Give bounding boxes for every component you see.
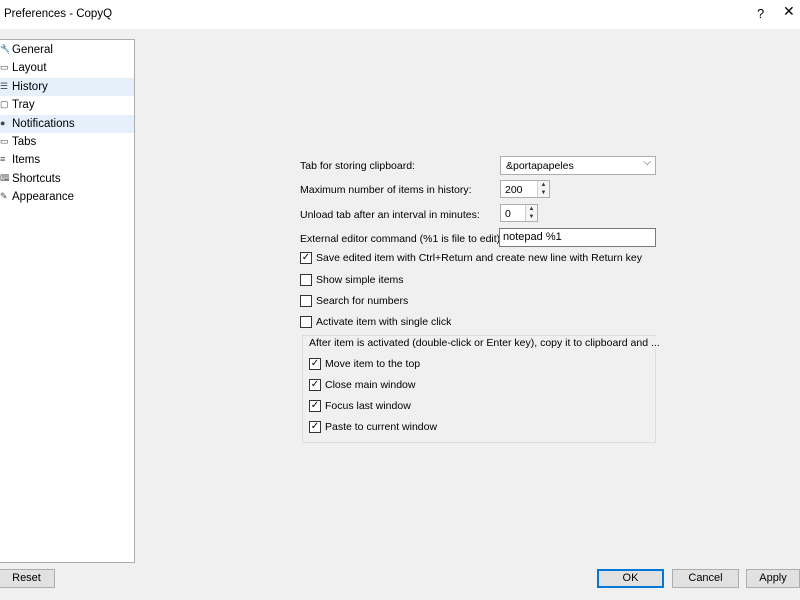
checkbox-box[interactable]: ✓ — [309, 379, 321, 391]
arrow-up-icon[interactable]: ▲ — [526, 205, 537, 213]
sidebar-item-label: Tabs — [12, 136, 37, 148]
sidebar-item-tray[interactable]: ▢ Tray — [0, 96, 134, 114]
sidebar-item-label: Notifications — [12, 118, 75, 130]
notification-icon: ● — [0, 118, 6, 128]
checkbox-label: Show simple items — [316, 274, 404, 286]
sidebar-item-label: Items — [12, 154, 41, 166]
checkbox-box[interactable] — [300, 316, 312, 328]
sidebar-item-layout[interactable]: ▭ Layout — [0, 59, 134, 77]
sidebar-item-label: Appearance — [12, 191, 75, 203]
editor-command-input[interactable] — [503, 231, 653, 243]
apply-button[interactable]: Apply — [746, 569, 800, 588]
reset-button[interactable]: Reset — [0, 569, 55, 588]
max-items-spinbox[interactable]: 200 ▲ ▼ — [500, 180, 550, 198]
checkbox-box[interactable] — [300, 274, 312, 286]
keyboard-icon: ⌨ — [0, 173, 9, 183]
checkbox-box[interactable] — [300, 295, 312, 307]
items-icon: ≡ — [0, 154, 6, 164]
close-button[interactable]: ✕ — [783, 3, 800, 25]
checkbox-box[interactable]: ✓ — [300, 252, 312, 264]
tray-icon: ▢ — [0, 99, 9, 109]
checkbox-label: Focus last window — [325, 400, 411, 412]
sidebar-item-label: Shortcuts — [12, 173, 61, 185]
sidebar-item-label: General — [12, 44, 53, 56]
help-button[interactable]: ? — [757, 6, 764, 21]
checkbox-box[interactable]: ✓ — [309, 421, 321, 433]
tab-storage-select[interactable]: &portapapeles ⌵ — [500, 156, 656, 175]
checkbox-label: Close main window — [325, 379, 416, 391]
checkbox-label: Save edited item with Ctrl+Return and cr… — [316, 252, 642, 264]
checkbox-box[interactable]: ✓ — [309, 358, 321, 370]
sidebar-item-tabs[interactable]: ▭ Tabs — [0, 133, 134, 151]
window-title: Preferences - CopyQ — [4, 8, 113, 20]
chevron-down-icon: ⌵ — [643, 157, 651, 168]
spin-buttons[interactable]: ▲ ▼ — [525, 205, 537, 221]
checkbox-label: Activate item with single click — [316, 316, 452, 328]
sidebar-item-notifications[interactable]: ● Notifications — [0, 115, 134, 133]
sidebar-item-appearance[interactable]: ✎ Appearance — [0, 188, 134, 206]
unload-interval-label: Unload tab after an interval in minutes: — [300, 209, 480, 221]
sidebar-item-label: Layout — [12, 62, 47, 74]
title-bar: Preferences - CopyQ ? ✕ — [0, 0, 800, 29]
sidebar-item-label: Tray — [12, 99, 35, 111]
checkbox-label: Move item to the top — [325, 358, 421, 370]
layout-icon: ▭ — [0, 62, 9, 72]
tab-storage-value: &portapapeles — [506, 160, 574, 172]
sidebar-item-label: History — [12, 81, 48, 93]
unload-interval-value: 0 — [505, 208, 511, 220]
paint-icon: ✎ — [0, 191, 8, 201]
list-icon: ☰ — [0, 81, 9, 91]
activation-group-title: After item is activated (double-click or… — [307, 337, 662, 349]
sidebar-item-history[interactable]: ☰ History — [0, 78, 134, 96]
editor-command-field[interactable] — [499, 228, 656, 247]
checkbox-label: Search for numbers — [316, 295, 409, 307]
tabs-icon: ▭ — [0, 136, 9, 146]
tab-storage-label: Tab for storing clipboard: — [300, 160, 415, 172]
checkbox-box[interactable]: ✓ — [309, 400, 321, 412]
wrench-icon: 🔧 — [0, 44, 9, 54]
max-items-value: 200 — [505, 184, 523, 196]
arrow-down-icon[interactable]: ▼ — [538, 189, 549, 197]
unload-interval-spinbox[interactable]: 0 ▲ ▼ — [500, 204, 538, 222]
max-items-label: Maximum number of items in history: — [300, 184, 472, 196]
sidebar-item-shortcuts[interactable]: ⌨ Shortcuts — [0, 170, 134, 188]
cancel-button[interactable]: Cancel — [672, 569, 739, 588]
editor-command-label: External editor command (%1 is file to e… — [300, 233, 504, 245]
spin-buttons[interactable]: ▲ ▼ — [537, 181, 549, 197]
ok-button[interactable]: OK — [597, 569, 664, 588]
arrow-down-icon[interactable]: ▼ — [526, 213, 537, 221]
arrow-up-icon[interactable]: ▲ — [538, 181, 549, 189]
category-list[interactable]: 🔧 General ▭ Layout ☰ History ▢ Tray ● No… — [0, 39, 135, 563]
history-settings-panel: Tab for storing clipboard: &portapapeles… — [135, 29, 800, 559]
sidebar-item-general[interactable]: 🔧 General — [0, 41, 134, 59]
checkbox-label: Paste to current window — [325, 421, 438, 433]
sidebar-item-items[interactable]: ≡ Items — [0, 151, 134, 169]
